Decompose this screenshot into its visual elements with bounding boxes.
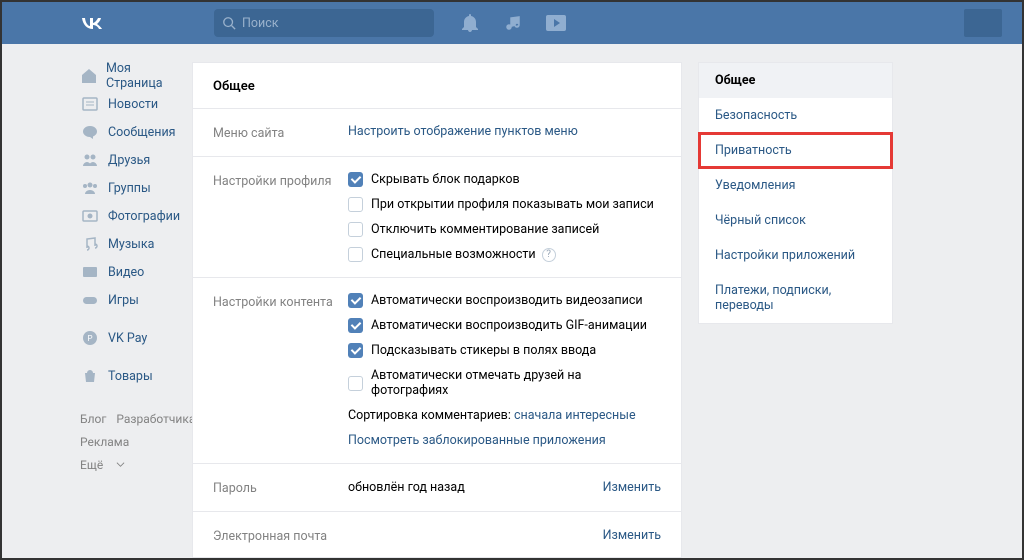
groups-icon <box>80 178 100 198</box>
row-profile-settings: Настройки профиля Скрывать блок подарков… <box>193 157 681 278</box>
news-icon <box>80 94 100 114</box>
check-hide-gifts[interactable]: Скрывать блок подарков <box>348 172 661 187</box>
logo[interactable] <box>80 12 104 35</box>
checkbox-icon <box>348 222 363 237</box>
site-menu-link[interactable]: Настроить отображение пунктов меню <box>348 124 578 139</box>
check-suggest-stickers[interactable]: Подсказывать стикеры в полях ввода <box>348 343 661 358</box>
check-accessibility[interactable]: Специальные возможности? <box>348 247 661 262</box>
checkbox-icon <box>348 197 363 212</box>
nav-video[interactable]: Видео <box>80 258 182 286</box>
checkbox-icon <box>348 376 363 391</box>
row-password: Пароль обновлён год назад Изменить <box>193 464 681 512</box>
rnav-notifications[interactable]: Уведомления <box>699 168 892 203</box>
comment-sort-link[interactable]: сначала интересные <box>514 408 636 423</box>
nav-vkpay[interactable]: PVK Pay <box>80 324 182 352</box>
svg-text:P: P <box>87 334 92 343</box>
checkbox-icon <box>348 172 363 187</box>
check-autoplay-gif[interactable]: Автоматически воспроизводить GIF-анимаци… <box>348 318 661 333</box>
profile-menu[interactable] <box>964 9 1002 37</box>
games-icon <box>80 290 100 310</box>
rnav-apps[interactable]: Настройки приложений <box>699 238 892 273</box>
search-input[interactable]: Поиск <box>214 9 434 37</box>
nav-my-page[interactable]: Моя Страница <box>80 62 182 90</box>
footer-links: БлогРазработчикам РекламаЕщё <box>80 408 182 476</box>
checkbox-icon <box>348 343 363 358</box>
footer-blog[interactable]: Блог <box>80 412 106 426</box>
music-icon[interactable] <box>504 15 520 31</box>
rnav-blacklist[interactable]: Чёрный список <box>699 203 892 238</box>
checkbox-icon <box>348 293 363 308</box>
rnav-payments[interactable]: Платежи, подписки, переводы <box>699 273 892 323</box>
check-autotag[interactable]: Автоматически отмечать друзей на фотогра… <box>348 368 661 398</box>
video-icon[interactable] <box>546 15 566 31</box>
checkbox-icon <box>348 318 363 333</box>
rnav-general[interactable]: Общее <box>699 63 892 98</box>
password-change[interactable]: Изменить <box>603 480 661 495</box>
photos-icon <box>80 206 100 226</box>
pay-icon: P <box>80 328 100 348</box>
market-icon <box>80 366 100 386</box>
music-nav-icon <box>80 234 100 254</box>
rnav-privacy[interactable]: Приватность <box>699 133 892 168</box>
notifications-icon[interactable] <box>462 14 478 32</box>
check-show-posts[interactable]: При открытии профиля показывать мои запи… <box>348 197 661 212</box>
row-site-menu: Меню сайта Настроить отображение пунктов… <box>193 109 681 157</box>
search-placeholder: Поиск <box>242 16 279 31</box>
video-nav-icon <box>80 262 100 282</box>
nav-games[interactable]: Игры <box>80 286 182 314</box>
check-disable-comments[interactable]: Отключить комментирование записей <box>348 222 661 237</box>
email-change[interactable]: Изменить <box>603 528 661 543</box>
left-sidebar: Моя Страница Новости Сообщения Друзья Гр… <box>2 62 192 558</box>
nav-news[interactable]: Новости <box>80 90 182 118</box>
help-icon[interactable]: ? <box>542 248 556 262</box>
comment-sort: Сортировка комментариев: сначала интерес… <box>348 408 661 423</box>
home-icon <box>80 66 98 86</box>
row-email: Электронная почта Изменить <box>193 512 681 559</box>
checkbox-icon <box>348 247 363 262</box>
footer-more[interactable]: Ещё <box>80 454 125 477</box>
blocked-apps-link[interactable]: Посмотреть заблокированные приложения <box>348 433 606 448</box>
rnav-security[interactable]: Безопасность <box>699 98 892 133</box>
top-icons <box>462 14 566 32</box>
topbar: Поиск <box>2 2 1022 44</box>
nav-messages[interactable]: Сообщения <box>80 118 182 146</box>
nav-market[interactable]: Товары <box>80 362 182 390</box>
settings-title: Общее <box>193 63 681 109</box>
check-autoplay-video[interactable]: Автоматически воспроизводить видеозаписи <box>348 293 661 308</box>
nav-groups[interactable]: Группы <box>80 174 182 202</box>
password-status: обновлён год назад <box>348 480 465 495</box>
nav-music[interactable]: Музыка <box>80 230 182 258</box>
messages-icon <box>80 122 100 142</box>
footer-ads[interactable]: Реклама <box>80 435 129 449</box>
friends-icon <box>80 150 100 170</box>
nav-photos[interactable]: Фотографии <box>80 202 182 230</box>
nav-friends[interactable]: Друзья <box>80 146 182 174</box>
row-content-settings: Настройки контента Автоматически воспрои… <box>193 278 681 464</box>
settings-nav: Общее Безопасность Приватность Уведомлен… <box>698 62 893 324</box>
search-icon <box>222 16 236 30</box>
settings-panel: Общее Меню сайта Настроить отображение п… <box>192 62 682 558</box>
